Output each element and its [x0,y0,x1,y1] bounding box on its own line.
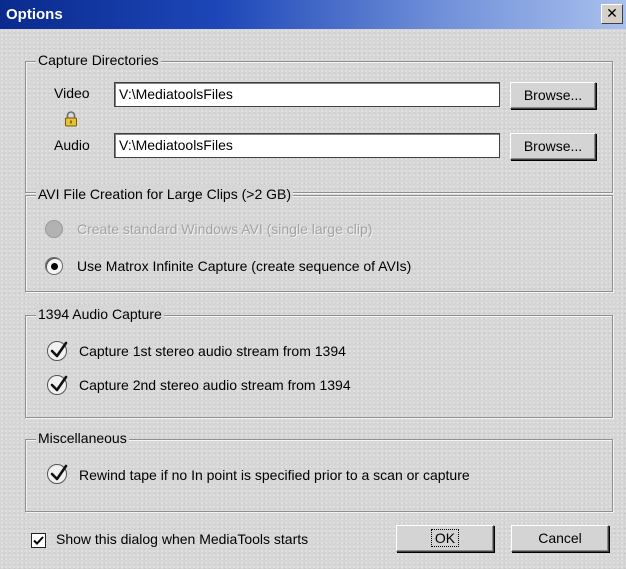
rewind-label[interactable]: Rewind tape if no In point is specified … [79,467,470,483]
audio-directory-input[interactable]: V:\MediatoolsFiles [114,133,500,158]
cancel-button[interactable]: Cancel [511,525,609,552]
show-dialog-checkbox[interactable] [31,533,46,548]
checkmark-icon [50,341,68,358]
misc-label: Miscellaneous [36,430,129,446]
audio-capture-group: 1394 Audio Capture [25,306,613,418]
checkmark-icon [50,464,68,481]
ok-button[interactable]: OK [396,525,494,552]
matrox-capture-radio[interactable] [45,257,63,275]
video-browse-button[interactable]: Browse... [510,82,596,109]
capture-directories-label: Capture Directories [36,52,161,68]
lock-icon[interactable] [64,111,78,127]
avi-creation-group: AVI File Creation for Large Clips (>2 GB… [25,186,613,292]
video-label: Video [54,85,90,101]
avi-creation-label: AVI File Creation for Large Clips (>2 GB… [36,186,294,202]
audio-directory-value: V:\MediatoolsFiles [119,137,233,153]
video-directory-value: V:\MediatoolsFiles [119,86,233,102]
ok-label: OK [430,529,460,547]
standard-avi-radio[interactable] [45,220,63,238]
options-dialog: Options ✕ Capture Directories Video V:\M… [0,0,626,569]
show-dialog-label[interactable]: Show this dialog when MediaTools starts [56,531,308,547]
dialog-body: Capture Directories Video V:\MediatoolsF… [0,29,626,569]
title-bar[interactable]: Options ✕ [0,0,626,29]
stream1-checkbox[interactable] [47,341,68,361]
audio-label: Audio [54,137,90,153]
stream2-label[interactable]: Capture 2nd stereo audio stream from 139… [79,377,351,393]
dialog-title: Options [6,6,63,23]
capture-directories-group: Capture Directories [25,52,613,193]
checkmark-icon [50,375,68,392]
audio-capture-label: 1394 Audio Capture [36,306,164,322]
stream1-label[interactable]: Capture 1st stereo audio stream from 139… [79,343,346,359]
video-browse-label: Browse... [523,87,583,103]
rewind-checkbox[interactable] [47,464,68,484]
stream2-checkbox[interactable] [47,375,68,395]
video-directory-input[interactable]: V:\MediatoolsFiles [114,82,500,107]
close-icon: ✕ [606,6,618,22]
matrox-capture-label[interactable]: Use Matrox Infinite Capture (create sequ… [77,258,411,274]
checkmark-icon [33,536,44,545]
cancel-label: Cancel [538,530,582,546]
audio-browse-label: Browse... [523,138,583,154]
standard-avi-label: Create standard Windows AVI (single larg… [77,221,373,237]
audio-browse-button[interactable]: Browse... [510,133,596,160]
close-button[interactable]: ✕ [601,4,623,24]
